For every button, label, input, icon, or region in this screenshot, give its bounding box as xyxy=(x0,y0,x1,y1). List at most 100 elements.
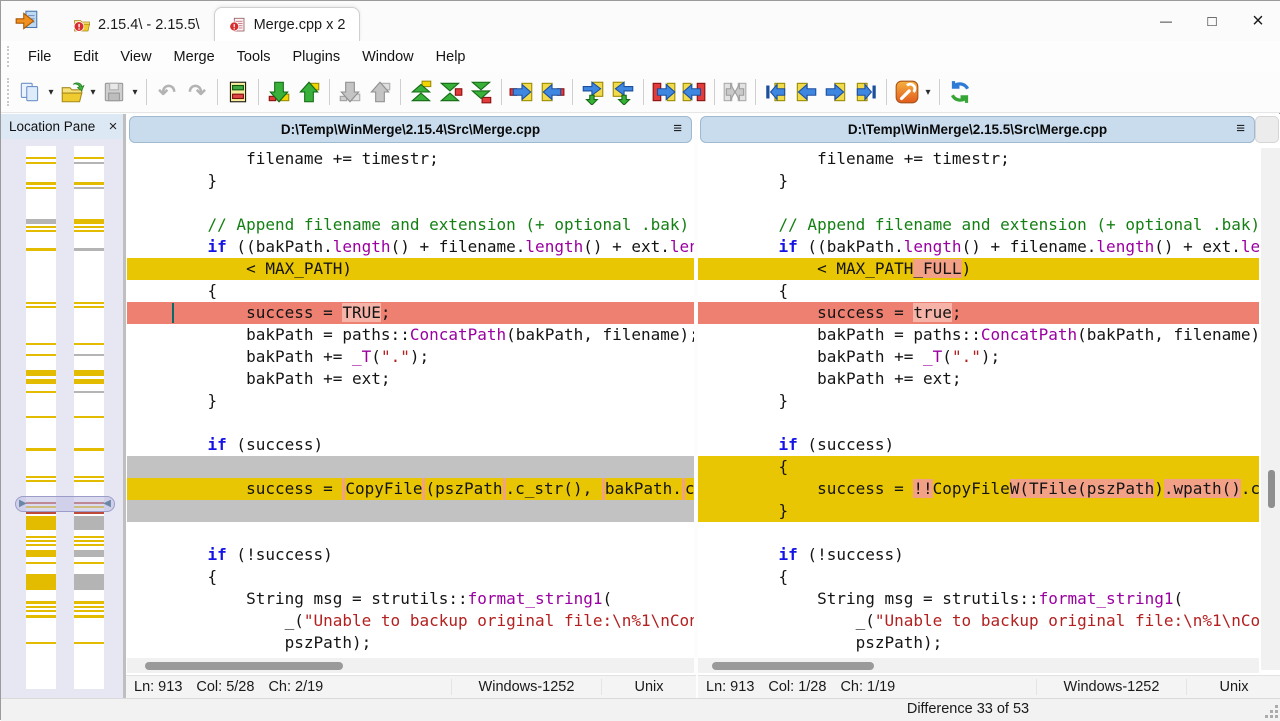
diff-location-bar[interactable] xyxy=(26,448,56,451)
diff-location-bar[interactable] xyxy=(74,476,104,478)
left-code-editor[interactable]: filename += timestr; } // Append filenam… xyxy=(127,148,694,654)
last-difference-button[interactable] xyxy=(466,75,496,109)
diff-location-bar[interactable] xyxy=(26,370,56,376)
code-line[interactable]: { xyxy=(698,280,1259,302)
diff-location-bar[interactable] xyxy=(26,574,56,590)
left-pane-header[interactable]: D:\Temp\WinMerge\2.15.4\Src\Merge.cpp xyxy=(129,116,692,143)
code-line[interactable]: if (!success) xyxy=(698,544,1259,566)
diff-location-bar[interactable] xyxy=(26,476,56,478)
tab-folder-compare[interactable]: 2.15.4\ - 2.15.5\ xyxy=(59,9,214,41)
diff-location-bar[interactable] xyxy=(74,226,104,228)
location-strip-right[interactable] xyxy=(74,146,104,689)
diff-location-bar[interactable] xyxy=(74,370,104,376)
menu-file[interactable]: File xyxy=(17,45,62,69)
goto-last-button[interactable] xyxy=(851,75,881,109)
code-line[interactable]: < MAX_PATH_FULL) xyxy=(698,258,1259,280)
first-difference-button[interactable] xyxy=(406,75,436,109)
diff-location-bar[interactable] xyxy=(26,601,56,604)
diff-location-bar[interactable] xyxy=(26,416,56,418)
diff-location-bar[interactable] xyxy=(74,248,104,251)
code-line[interactable]: { xyxy=(127,566,694,588)
next-difference-button[interactable] xyxy=(264,75,294,109)
open-dropdown[interactable] xyxy=(87,75,99,109)
code-line[interactable]: bakPath += ext; xyxy=(127,368,694,390)
resize-grip[interactable] xyxy=(1264,704,1278,718)
code-line[interactable]: String msg = strutils::format_string1( xyxy=(127,588,694,610)
scrollbar-thumb[interactable] xyxy=(712,662,874,670)
location-viewport-indicator[interactable] xyxy=(15,496,115,512)
diff-location-bar[interactable] xyxy=(74,302,104,304)
diff-location-bar[interactable] xyxy=(74,230,104,232)
code-line[interactable] xyxy=(698,522,1259,544)
goto-previous-button[interactable] xyxy=(791,75,821,109)
diff-location-bar[interactable] xyxy=(26,157,56,159)
code-line[interactable]: { xyxy=(698,456,1259,478)
diff-location-bar[interactable] xyxy=(74,182,104,185)
previous-difference-button[interactable] xyxy=(294,75,324,109)
code-line[interactable]: _("Unable to backup original file:\n%1\n… xyxy=(127,610,694,632)
right-vertical-scrollbar[interactable] xyxy=(1261,148,1280,670)
diff-location-bar[interactable] xyxy=(74,157,104,159)
code-line[interactable] xyxy=(127,500,694,522)
code-line[interactable]: bakPath += _T("."); xyxy=(698,346,1259,368)
diff-location-bar[interactable] xyxy=(74,480,104,482)
plugins-button[interactable] xyxy=(892,75,922,109)
code-line[interactable]: success = TRUE; xyxy=(127,302,694,324)
diff-location-bar[interactable] xyxy=(74,306,104,308)
diff-location-bar[interactable] xyxy=(26,302,56,304)
menu-plugins[interactable]: Plugins xyxy=(282,45,352,69)
code-line[interactable]: _("Unable to backup original file:\n%1\n… xyxy=(698,610,1259,632)
code-line[interactable] xyxy=(127,456,694,478)
diff-location-bar[interactable] xyxy=(74,536,104,538)
menu-edit[interactable]: Edit xyxy=(62,45,109,69)
minimize-button[interactable] xyxy=(1143,1,1189,41)
diff-location-bar[interactable] xyxy=(26,562,56,564)
code-line[interactable]: } xyxy=(698,170,1259,192)
diff-location-bar[interactable] xyxy=(26,550,56,557)
plugins-dropdown[interactable] xyxy=(922,75,934,109)
right-pane-header[interactable]: D:\Temp\WinMerge\2.15.5\Src\Merge.cpp xyxy=(700,116,1255,143)
code-line[interactable]: bakPath = paths::ConcatPath(bakPath, fil… xyxy=(127,324,694,346)
maximize-button[interactable] xyxy=(1189,1,1235,41)
diff-location-bar[interactable] xyxy=(26,182,56,185)
diff-location-bar[interactable] xyxy=(26,391,56,393)
diff-location-bar[interactable] xyxy=(74,610,104,612)
diff-location-bar[interactable] xyxy=(74,574,104,590)
code-line[interactable] xyxy=(127,522,694,544)
diff-location-bar[interactable] xyxy=(26,379,56,384)
next-3way-difference-button[interactable] xyxy=(335,75,365,109)
diff-location-bar[interactable] xyxy=(26,219,56,224)
goto-next-button[interactable] xyxy=(821,75,851,109)
diff-location-bar[interactable] xyxy=(74,544,104,546)
code-line[interactable]: if ((bakPath.length() + filename.length(… xyxy=(127,236,694,258)
code-line[interactable]: bakPath = paths::ConcatPath(bakPath, fil… xyxy=(698,324,1259,346)
diff-location-bar[interactable] xyxy=(26,162,56,164)
diff-location-bar[interactable] xyxy=(74,162,104,164)
undo-button[interactable] xyxy=(152,75,182,109)
diff-location-bar[interactable] xyxy=(74,187,104,189)
diff-location-bar[interactable] xyxy=(74,219,104,224)
menu-merge[interactable]: Merge xyxy=(163,45,226,69)
diff-location-bar[interactable] xyxy=(74,516,104,530)
copy-left-button[interactable] xyxy=(537,75,567,109)
scrollbar-thumb[interactable] xyxy=(1268,470,1275,508)
current-difference-button[interactable] xyxy=(436,75,466,109)
hamburger-menu-icon[interactable] xyxy=(673,120,682,137)
close-button[interactable] xyxy=(1235,1,1280,41)
code-line[interactable]: { xyxy=(698,566,1259,588)
diff-location-bar[interactable] xyxy=(74,601,104,604)
right-horizontal-scrollbar[interactable] xyxy=(698,658,1259,673)
diff-location-bar[interactable] xyxy=(26,306,56,308)
code-line[interactable]: // Append filename and extension (+ opti… xyxy=(698,214,1259,236)
refresh-button[interactable] xyxy=(945,75,975,109)
diff-location-bar[interactable] xyxy=(74,448,104,451)
right-code-editor[interactable]: filename += timestr; } // Append filenam… xyxy=(698,148,1259,654)
copy-all-right-button[interactable] xyxy=(649,75,679,109)
diff-location-bar[interactable] xyxy=(74,343,104,345)
copy-all-left-button[interactable] xyxy=(679,75,709,109)
diff-location-bar[interactable] xyxy=(26,226,56,228)
diff-location-bar[interactable] xyxy=(26,516,56,530)
code-line[interactable]: filename += timestr; xyxy=(698,148,1259,170)
code-line[interactable]: String msg = strutils::format_string1( xyxy=(698,588,1259,610)
diff-location-bar[interactable] xyxy=(26,248,56,251)
